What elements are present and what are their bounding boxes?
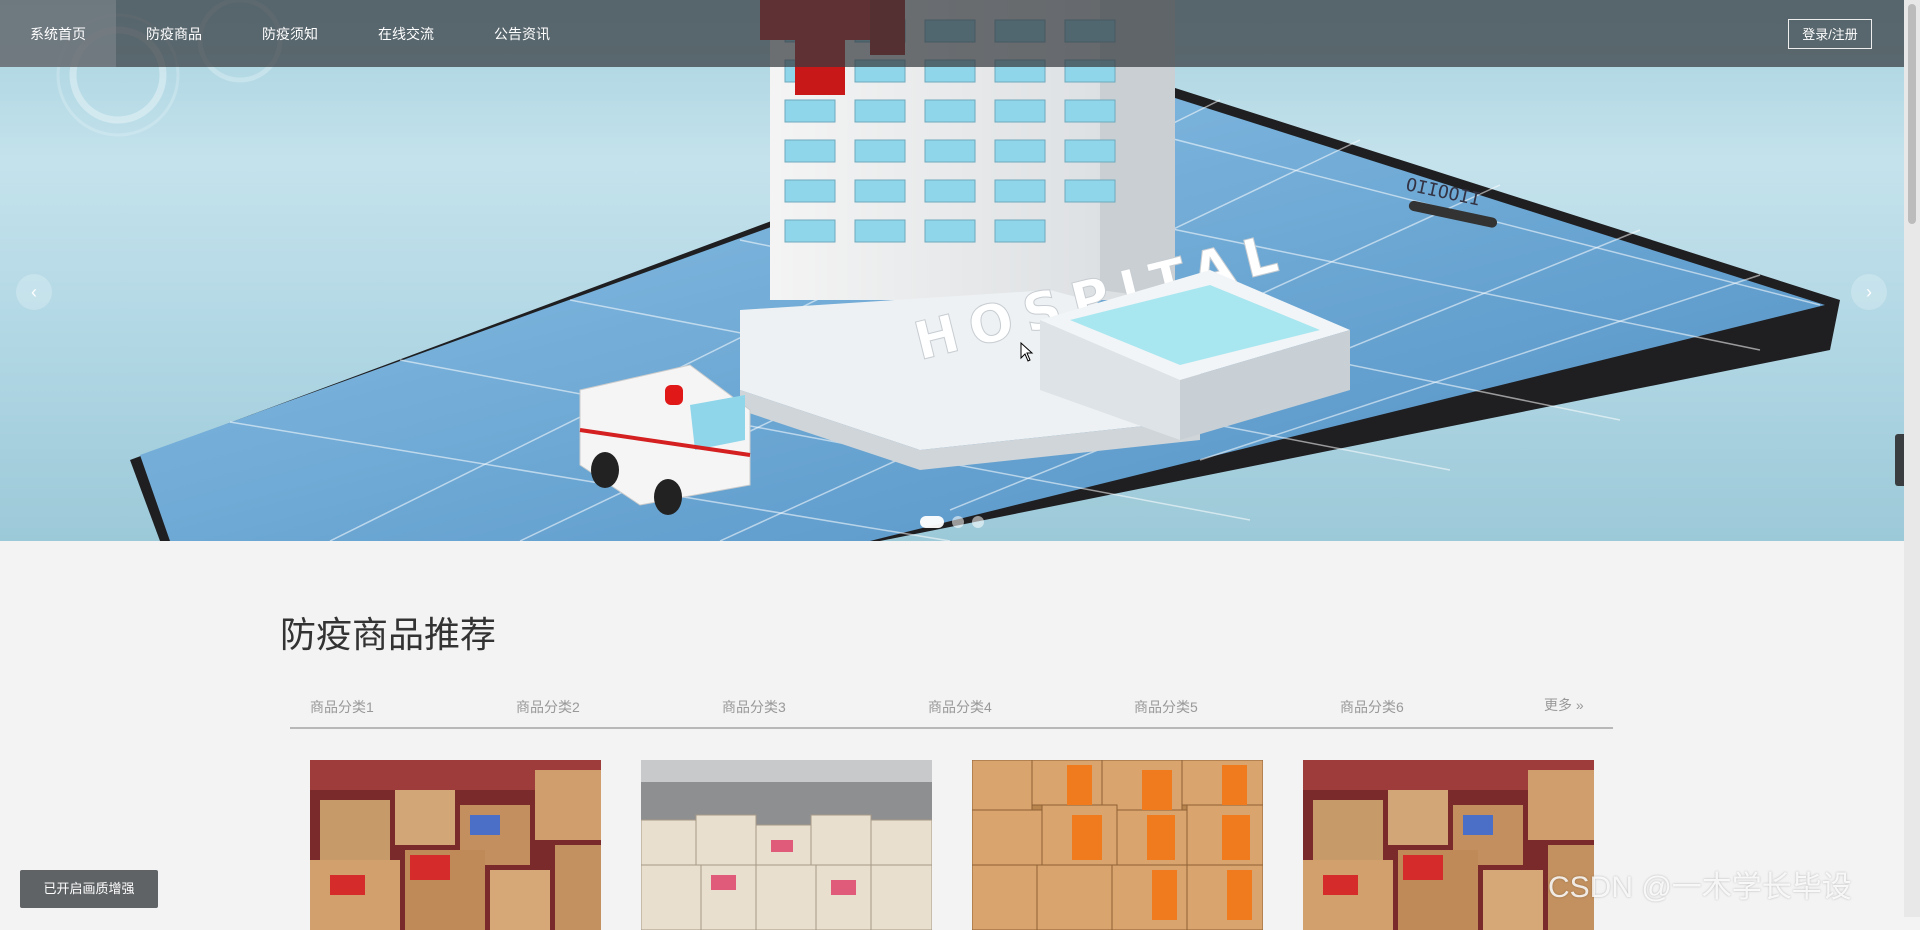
login-register-button[interactable]: 登录/注册 [1788, 19, 1872, 49]
carousel-next-button[interactable]: › [1851, 274, 1887, 310]
page-scrollbar[interactable] [1904, 0, 1920, 917]
nav-item-guidelines[interactable]: 防疫须知 [232, 0, 348, 67]
carousel-dot[interactable] [972, 516, 984, 528]
category-tab[interactable]: 商品分类6 [1340, 697, 1404, 717]
chevron-left-icon: ‹ [31, 282, 37, 302]
nav-item-news[interactable]: 公告资讯 [464, 0, 580, 67]
category-tab[interactable]: 商品分类4 [928, 697, 992, 717]
carousel-dot[interactable] [920, 516, 944, 528]
mouse-cursor-icon [1020, 342, 1034, 362]
category-divider [290, 727, 1613, 729]
scrollbar-thumb[interactable] [1908, 4, 1916, 224]
quality-enhance-button[interactable]: 已开启画质增强 [20, 870, 158, 908]
carousel-prev-button[interactable]: ‹ [16, 274, 52, 310]
product-image [310, 760, 601, 930]
carousel-dot[interactable] [952, 516, 964, 528]
more-link[interactable]: 更多 » [1544, 695, 1584, 715]
section-title: 防疫商品推荐 [280, 614, 497, 655]
category-tab[interactable]: 商品分类3 [722, 697, 786, 717]
nav-item-products[interactable]: 防疫商品 [116, 0, 232, 67]
product-card[interactable] [310, 760, 601, 930]
category-tab[interactable]: 商品分类1 [310, 697, 374, 717]
watermark-text: CSDN @一木学长毕设 [1548, 871, 1852, 904]
product-image [972, 760, 1263, 930]
product-card[interactable] [972, 760, 1263, 930]
hero-illustration: OIIOOII HOSPITAL [56, 0, 1840, 541]
product-image [641, 760, 932, 930]
nav-item-forum[interactable]: 在线交流 [348, 0, 464, 67]
top-navbar: 系统首页 防疫商品 防疫须知 在线交流 公告资讯 登录/注册 [0, 0, 1904, 67]
nav-item-home[interactable]: 系统首页 [0, 0, 116, 67]
category-tab[interactable]: 商品分类2 [516, 697, 580, 717]
category-tab[interactable]: 商品分类5 [1134, 697, 1198, 717]
chevron-right-icon: › [1866, 282, 1872, 302]
hero-banner[interactable]: OIIOOII HOSPITAL ‹ › [0, 0, 1904, 541]
product-card[interactable] [641, 760, 932, 930]
